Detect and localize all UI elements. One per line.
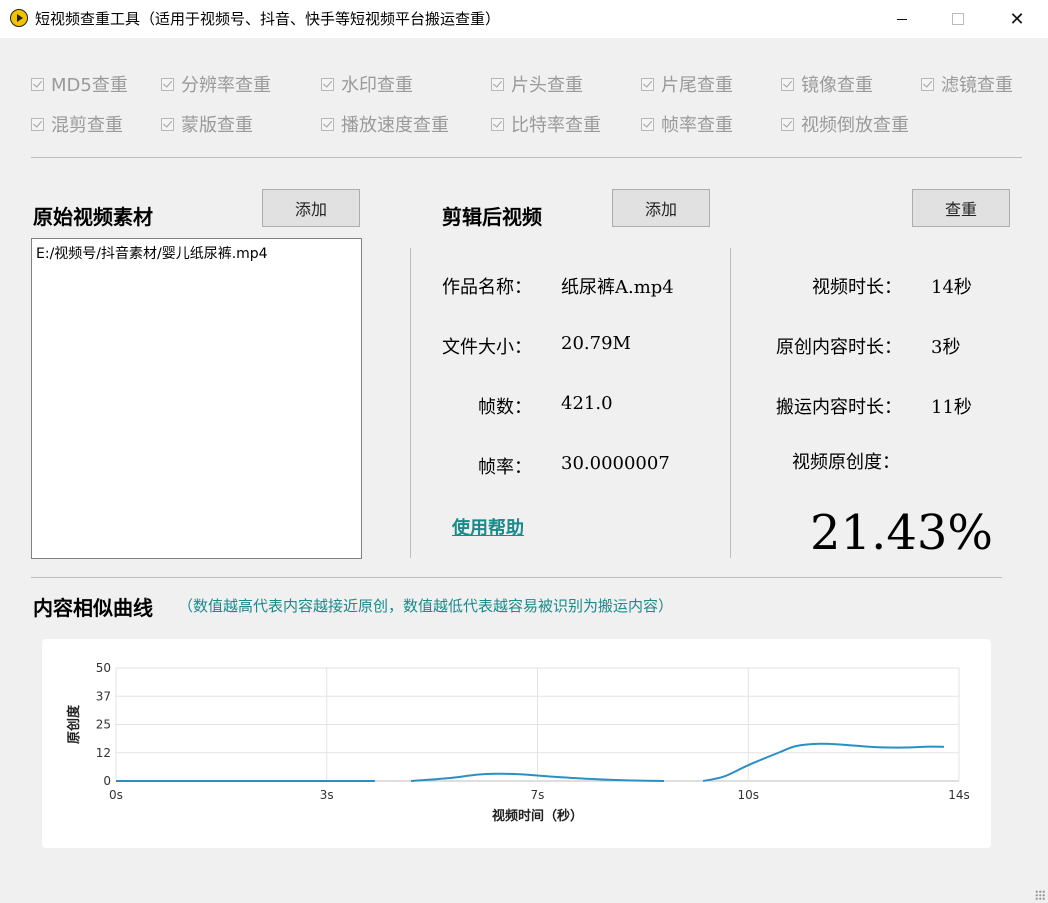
curve-title: 内容相似曲线 <box>33 596 153 620</box>
option-label: 片尾查重 <box>661 75 733 96</box>
option-mask-check[interactable]: 蒙版查重 <box>161 112 253 136</box>
series-line <box>702 742 944 782</box>
help-link[interactable]: 使用帮助 <box>452 514 524 540</box>
divider <box>31 157 1022 158</box>
minimize-icon <box>897 18 907 20</box>
add-edited-button[interactable]: 添加 <box>612 189 710 227</box>
work-name-label: 作品名称： <box>442 277 532 298</box>
duration-value: 14秒 <box>931 277 972 298</box>
option-resolution-check[interactable]: 分辨率查重 <box>161 72 271 96</box>
originality-label: 视频原创度： <box>792 452 900 473</box>
frame-count-label: 帧数： <box>478 397 532 418</box>
checkbox-icon[interactable] <box>641 117 654 131</box>
copied-duration-value: 11秒 <box>931 397 972 418</box>
divider <box>730 248 731 558</box>
option-label: 滤镜查重 <box>941 75 1013 96</box>
option-label: 镜像查重 <box>801 75 873 96</box>
source-file-list[interactable]: E:/视频号/抖音素材/婴儿纸尿裤.mp4 <box>31 238 362 559</box>
checkbox-icon[interactable] <box>161 117 174 131</box>
source-title: 原始视频素材 <box>33 205 153 229</box>
list-item[interactable]: E:/视频号/抖音素材/婴儿纸尿裤.mp4 <box>36 243 268 263</box>
work-name-value: 纸尿裤A.mp4 <box>561 277 674 298</box>
option-reverse-check[interactable]: 视频倒放查重 <box>781 112 909 136</box>
chart-canvas: 0 12 25 37 50 0s 3s 7s 10s 14s 视频时间（秒） 原创度 <box>66 661 970 824</box>
option-intro-check[interactable]: 片头查重 <box>491 72 583 96</box>
checkbox-icon[interactable] <box>781 117 794 131</box>
curve-subtitle: （数值越高代表内容越接近原创，数值越低代表越容易被识别为搬运内容） <box>178 597 674 615</box>
close-button[interactable]: ✕ <box>994 0 1040 38</box>
maximize-icon <box>952 13 964 25</box>
x-tick-label: 3s <box>320 788 334 802</box>
option-label: MD5查重 <box>51 75 128 96</box>
originality-value: 21.43% <box>810 505 994 561</box>
duration-label: 视频时长： <box>812 277 902 298</box>
frame-count-value: 421.0 <box>561 393 613 414</box>
checkbox-icon[interactable] <box>491 77 504 91</box>
option-label: 播放速度查重 <box>341 115 449 136</box>
original-duration-label: 原创内容时长： <box>776 337 902 358</box>
checkbox-icon[interactable] <box>641 77 654 91</box>
checkbox-icon[interactable] <box>321 77 334 91</box>
file-size-label: 文件大小： <box>442 337 532 358</box>
option-md5-check[interactable]: MD5查重 <box>31 72 128 96</box>
checkbox-icon[interactable] <box>161 77 174 91</box>
original-duration-value: 3秒 <box>931 337 961 358</box>
option-label: 混剪查重 <box>51 115 123 136</box>
y-tick-label: 37 <box>96 689 111 703</box>
option-label: 水印查重 <box>341 75 413 96</box>
y-tick-label: 0 <box>103 774 111 788</box>
y-tick-label: 12 <box>96 746 111 760</box>
option-bitrate-check[interactable]: 比特率查重 <box>491 112 601 136</box>
x-tick-label: 14s <box>948 788 970 802</box>
option-label: 视频倒放查重 <box>801 115 909 136</box>
frame-rate-label: 帧率： <box>478 457 532 478</box>
app-play-icon <box>10 9 28 27</box>
y-axis-label: 原创度 <box>66 704 82 744</box>
title-bar: 短视频查重工具（适用于视频号、抖音、快手等短视频平台搬运查重） ✕ <box>0 0 1048 38</box>
option-label: 分辨率查重 <box>181 75 271 96</box>
checkbox-icon[interactable] <box>491 117 504 131</box>
x-tick-label: 10s <box>737 788 759 802</box>
y-tick-label: 25 <box>96 718 111 732</box>
copied-duration-label: 搬运内容时长： <box>776 397 902 418</box>
option-label: 比特率查重 <box>511 115 601 136</box>
y-tick-label: 50 <box>96 661 111 675</box>
checkbox-icon[interactable] <box>781 77 794 91</box>
check-duplicate-button[interactable]: 查重 <box>912 189 1010 227</box>
maximize-button[interactable] <box>935 0 981 38</box>
file-size-value: 20.79M <box>561 333 631 354</box>
frame-rate-value: 30.0000007 <box>561 453 670 474</box>
x-tick-label: 7s <box>531 788 545 802</box>
window-title: 短视频查重工具（适用于视频号、抖音、快手等短视频平台搬运查重） <box>35 10 501 28</box>
resize-grip-icon[interactable] <box>1035 890 1045 900</box>
close-icon: ✕ <box>1009 8 1025 30</box>
option-filter-check[interactable]: 滤镜查重 <box>921 72 1013 96</box>
checkbox-icon[interactable] <box>31 77 44 91</box>
x-tick-label: 0s <box>109 788 123 802</box>
option-outro-check[interactable]: 片尾查重 <box>641 72 733 96</box>
divider <box>31 577 1002 578</box>
checkbox-icon[interactable] <box>921 77 934 91</box>
checkbox-icon[interactable] <box>31 117 44 131</box>
similarity-chart: 0 12 25 37 50 0s 3s 7s 10s 14s 视频时间（秒） 原创度 <box>42 639 991 848</box>
option-watermark-check[interactable]: 水印查重 <box>321 72 413 96</box>
option-mirror-check[interactable]: 镜像查重 <box>781 72 873 96</box>
option-framerate-check[interactable]: 帧率查重 <box>641 112 733 136</box>
option-label: 帧率查重 <box>661 115 733 136</box>
option-speed-check[interactable]: 播放速度查重 <box>321 112 449 136</box>
minimize-button[interactable] <box>879 0 925 38</box>
option-label: 蒙版查重 <box>181 115 253 136</box>
add-source-button[interactable]: 添加 <box>262 189 360 227</box>
option-label: 片头查重 <box>511 75 583 96</box>
checkbox-icon[interactable] <box>321 117 334 131</box>
x-axis-label: 视频时间（秒） <box>492 808 583 824</box>
option-remix-check[interactable]: 混剪查重 <box>31 112 123 136</box>
edited-title: 剪辑后视频 <box>442 205 542 229</box>
